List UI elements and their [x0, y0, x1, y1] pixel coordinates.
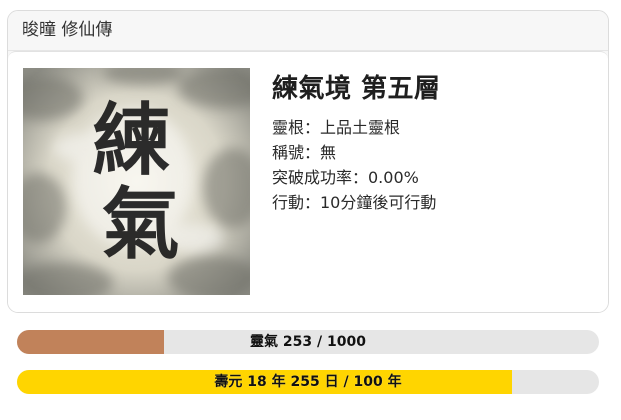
- game-panel: 晙曈 修仙傳 練 氣 練氣境 第五層 靈根：上品土靈根 稱號：無 突破成功率：0…: [7, 10, 609, 313]
- portrait-glyph-bottom: 氣: [101, 179, 180, 270]
- panel-header: 晙曈 修仙傳: [8, 11, 608, 51]
- qi-progress-bar: 靈氣 253 / 1000: [17, 330, 599, 354]
- qi-progress-label: 靈氣 253 / 1000: [250, 334, 366, 350]
- portrait-glyph-top: 練: [92, 95, 171, 186]
- realm-title: 練氣境 第五層: [272, 74, 441, 104]
- title-stat: 稱號：無: [272, 143, 337, 162]
- realm-portrait-image: 練 氣: [23, 68, 250, 295]
- character-info: 練氣境 第五層 靈根：上品土靈根 稱號：無 突破成功率：0.00% 行動：10分…: [272, 68, 592, 215]
- lifespan-progress-bar: 壽元 18 年 255 日 / 100 年: [17, 370, 599, 394]
- game-title: 晙曈 修仙傳: [22, 20, 113, 40]
- action-cooldown-stat: 行動：10分鐘後可行動: [272, 193, 437, 212]
- spirit-root-stat: 靈根：上品土靈根: [272, 118, 401, 137]
- character-card: 練 氣 練氣境 第五層 靈根：上品土靈根 稱號：無 突破成功率：0.00% 行動…: [8, 51, 608, 312]
- lifespan-progress-label: 壽元 18 年 255 日 / 100 年: [214, 374, 402, 390]
- breakthrough-rate-stat: 突破成功率：0.00%: [272, 168, 419, 187]
